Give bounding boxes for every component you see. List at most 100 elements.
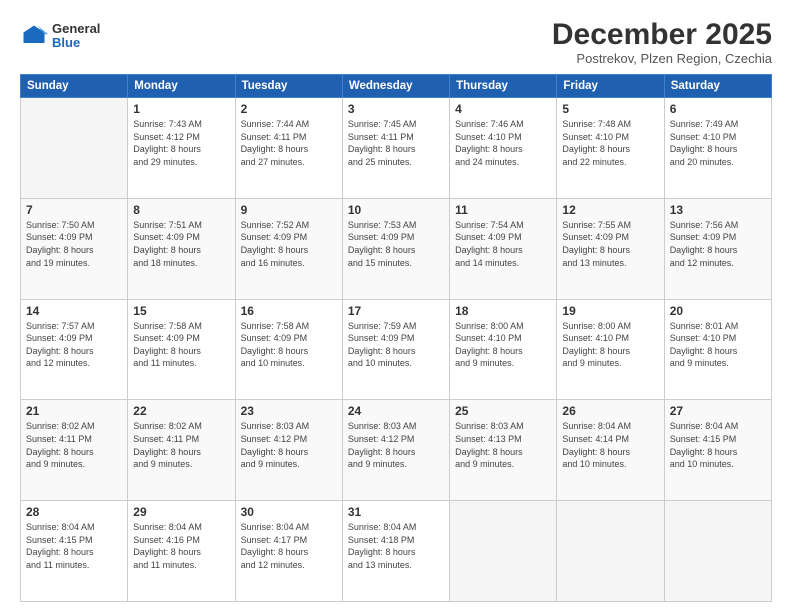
day-number: 18 [455, 304, 551, 318]
day-info: Sunrise: 8:03 AM Sunset: 4:12 PM Dayligh… [241, 420, 337, 470]
day-info: Sunrise: 8:01 AM Sunset: 4:10 PM Dayligh… [670, 320, 766, 370]
day-number: 25 [455, 404, 551, 418]
day-number: 23 [241, 404, 337, 418]
col-header-saturday: Saturday [664, 75, 771, 98]
day-number: 11 [455, 203, 551, 217]
day-number: 16 [241, 304, 337, 318]
day-info: Sunrise: 7:51 AM Sunset: 4:09 PM Dayligh… [133, 219, 229, 269]
calendar-cell: 16Sunrise: 7:58 AM Sunset: 4:09 PM Dayli… [235, 299, 342, 400]
logo-icon [20, 22, 48, 50]
calendar-cell: 29 Sunrise: 8:04 AM Sunset: 4:16 PM Dayli… [128, 501, 235, 602]
day-info: Sunrise: 8:02 AM Sunset: 4:11 PM Dayligh… [133, 420, 229, 470]
calendar-cell: 24 Sunrise: 8:03 AM Sunset: 4:12 PM Dayli… [342, 400, 449, 501]
day-number: 3 [348, 102, 444, 116]
calendar-cell: 23 Sunrise: 8:03 AM Sunset: 4:12 PM Dayli… [235, 400, 342, 501]
day-info: Sunrise: 8:04 AM Sunset: 4:16 PM Dayligh… [133, 521, 229, 571]
calendar-cell: 12Sunrise: 7:55 AM Sunset: 4:09 PM Dayli… [557, 198, 664, 299]
calendar-week-row: 7 Sunrise: 7:50 AM Sunset: 4:09 PM Daylig… [21, 198, 772, 299]
day-number: 17 [348, 304, 444, 318]
calendar-week-row: 14 Sunrise: 7:57 AM Sunset: 4:09 PM Dayli… [21, 299, 772, 400]
calendar-week-row: 21 Sunrise: 8:02 AM Sunset: 4:11 PM Dayli… [21, 400, 772, 501]
day-info: Sunrise: 7:49 AM Sunset: 4:10 PM Dayligh… [670, 118, 766, 168]
day-info: Sunrise: 8:04 AM Sunset: 4:14 PM Dayligh… [562, 420, 658, 470]
day-number: 13 [670, 203, 766, 217]
day-number: 27 [670, 404, 766, 418]
col-header-thursday: Thursday [450, 75, 557, 98]
day-number: 28 [26, 505, 122, 519]
calendar-cell: 26 Sunrise: 8:04 AM Sunset: 4:14 PM Dayli… [557, 400, 664, 501]
header: General Blue December 2025 Postrekov, Pl… [20, 18, 772, 66]
day-info: Sunrise: 7:44 AM Sunset: 4:11 PM Dayligh… [241, 118, 337, 168]
day-number: 15 [133, 304, 229, 318]
calendar-cell: 10 Sunrise: 7:53 AM Sunset: 4:09 PM Dayli… [342, 198, 449, 299]
day-number: 24 [348, 404, 444, 418]
day-info: Sunrise: 8:04 AM Sunset: 4:15 PM Dayligh… [26, 521, 122, 571]
calendar-table: SundayMondayTuesdayWednesdayThursdayFrid… [20, 74, 772, 602]
calendar-cell: 9Sunrise: 7:52 AM Sunset: 4:09 PM Daylig… [235, 198, 342, 299]
col-header-sunday: Sunday [21, 75, 128, 98]
day-number: 10 [348, 203, 444, 217]
day-number: 26 [562, 404, 658, 418]
calendar-week-row: 1Sunrise: 7:43 AM Sunset: 4:12 PM Daylig… [21, 98, 772, 199]
calendar-cell: 6Sunrise: 7:49 AM Sunset: 4:10 PM Daylig… [664, 98, 771, 199]
day-number: 14 [26, 304, 122, 318]
calendar-cell: 15 Sunrise: 7:58 AM Sunset: 4:09 PM Dayli… [128, 299, 235, 400]
day-number: 19 [562, 304, 658, 318]
day-info: Sunrise: 7:53 AM Sunset: 4:09 PM Dayligh… [348, 219, 444, 269]
day-number: 7 [26, 203, 122, 217]
calendar-cell: 11 Sunrise: 7:54 AM Sunset: 4:09 PM Dayli… [450, 198, 557, 299]
calendar-cell [664, 501, 771, 602]
day-info: Sunrise: 7:58 AM Sunset: 4:09 PM Dayligh… [133, 320, 229, 370]
calendar-cell: 27Sunrise: 8:04 AM Sunset: 4:15 PM Dayli… [664, 400, 771, 501]
calendar-cell: 2Sunrise: 7:44 AM Sunset: 4:11 PM Daylig… [235, 98, 342, 199]
calendar-cell: 22 Sunrise: 8:02 AM Sunset: 4:11 PM Dayli… [128, 400, 235, 501]
day-info: Sunrise: 7:54 AM Sunset: 4:09 PM Dayligh… [455, 219, 551, 269]
calendar-cell [557, 501, 664, 602]
calendar-cell: 14 Sunrise: 7:57 AM Sunset: 4:09 PM Dayli… [21, 299, 128, 400]
calendar-cell: 1Sunrise: 7:43 AM Sunset: 4:12 PM Daylig… [128, 98, 235, 199]
day-info: Sunrise: 7:45 AM Sunset: 4:11 PM Dayligh… [348, 118, 444, 168]
day-number: 8 [133, 203, 229, 217]
day-number: 29 [133, 505, 229, 519]
day-info: Sunrise: 7:43 AM Sunset: 4:12 PM Dayligh… [133, 118, 229, 168]
page: General Blue December 2025 Postrekov, Pl… [0, 0, 792, 612]
calendar-cell: 19 Sunrise: 8:00 AM Sunset: 4:10 PM Dayli… [557, 299, 664, 400]
day-info: Sunrise: 7:52 AM Sunset: 4:09 PM Dayligh… [241, 219, 337, 269]
day-number: 31 [348, 505, 444, 519]
day-info: Sunrise: 7:48 AM Sunset: 4:10 PM Dayligh… [562, 118, 658, 168]
calendar-cell: 21 Sunrise: 8:02 AM Sunset: 4:11 PM Dayli… [21, 400, 128, 501]
day-info: Sunrise: 7:57 AM Sunset: 4:09 PM Dayligh… [26, 320, 122, 370]
day-number: 12 [562, 203, 658, 217]
col-header-monday: Monday [128, 75, 235, 98]
calendar-cell [21, 98, 128, 199]
day-info: Sunrise: 8:04 AM Sunset: 4:18 PM Dayligh… [348, 521, 444, 571]
day-number: 21 [26, 404, 122, 418]
calendar-cell: 20 Sunrise: 8:01 AM Sunset: 4:10 PM Dayli… [664, 299, 771, 400]
logo-general: General [52, 22, 100, 36]
day-number: 30 [241, 505, 337, 519]
calendar-cell: 28 Sunrise: 8:04 AM Sunset: 4:15 PM Dayli… [21, 501, 128, 602]
day-info: Sunrise: 8:02 AM Sunset: 4:11 PM Dayligh… [26, 420, 122, 470]
col-header-tuesday: Tuesday [235, 75, 342, 98]
day-info: Sunrise: 8:00 AM Sunset: 4:10 PM Dayligh… [562, 320, 658, 370]
day-number: 22 [133, 404, 229, 418]
page-title: December 2025 [552, 18, 772, 51]
calendar-cell: 4 Sunrise: 7:46 AM Sunset: 4:10 PM Daylig… [450, 98, 557, 199]
logo-blue: Blue [52, 36, 100, 50]
day-number: 20 [670, 304, 766, 318]
day-number: 4 [455, 102, 551, 116]
day-info: Sunrise: 8:04 AM Sunset: 4:17 PM Dayligh… [241, 521, 337, 571]
day-info: Sunrise: 8:03 AM Sunset: 4:13 PM Dayligh… [455, 420, 551, 470]
col-header-friday: Friday [557, 75, 664, 98]
calendar-cell: 30 Sunrise: 8:04 AM Sunset: 4:17 PM Dayli… [235, 501, 342, 602]
calendar-cell: 8 Sunrise: 7:51 AM Sunset: 4:09 PM Daylig… [128, 198, 235, 299]
col-header-wednesday: Wednesday [342, 75, 449, 98]
logo: General Blue [20, 22, 100, 51]
calendar-cell: 3 Sunrise: 7:45 AM Sunset: 4:11 PM Daylig… [342, 98, 449, 199]
day-info: Sunrise: 8:03 AM Sunset: 4:12 PM Dayligh… [348, 420, 444, 470]
calendar-header-row: SundayMondayTuesdayWednesdayThursdayFrid… [21, 75, 772, 98]
calendar-cell: 5Sunrise: 7:48 AM Sunset: 4:10 PM Daylig… [557, 98, 664, 199]
day-info: Sunrise: 7:50 AM Sunset: 4:09 PM Dayligh… [26, 219, 122, 269]
day-info: Sunrise: 7:46 AM Sunset: 4:10 PM Dayligh… [455, 118, 551, 168]
calendar-cell: 25 Sunrise: 8:03 AM Sunset: 4:13 PM Dayli… [450, 400, 557, 501]
